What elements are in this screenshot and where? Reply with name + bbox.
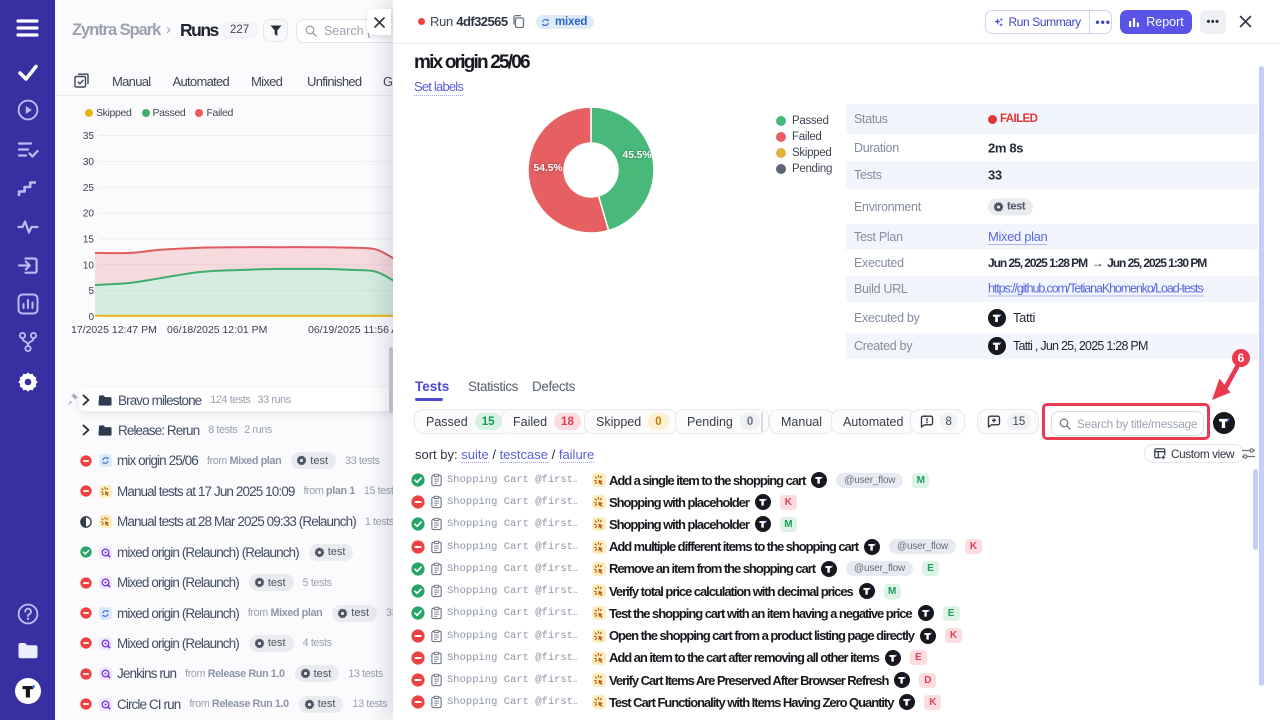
svg-text:0: 0 xyxy=(88,312,94,323)
svg-text:25: 25 xyxy=(83,183,95,194)
svg-text:15: 15 xyxy=(83,234,95,245)
svg-text:45.5%: 45.5% xyxy=(623,150,652,161)
svg-text:54.5%: 54.5% xyxy=(534,163,563,174)
svg-text:5: 5 xyxy=(88,286,94,297)
svg-text:35: 35 xyxy=(83,131,95,142)
svg-text:30: 30 xyxy=(83,157,95,168)
svg-text:10: 10 xyxy=(83,260,95,271)
svg-text:20: 20 xyxy=(83,209,95,220)
